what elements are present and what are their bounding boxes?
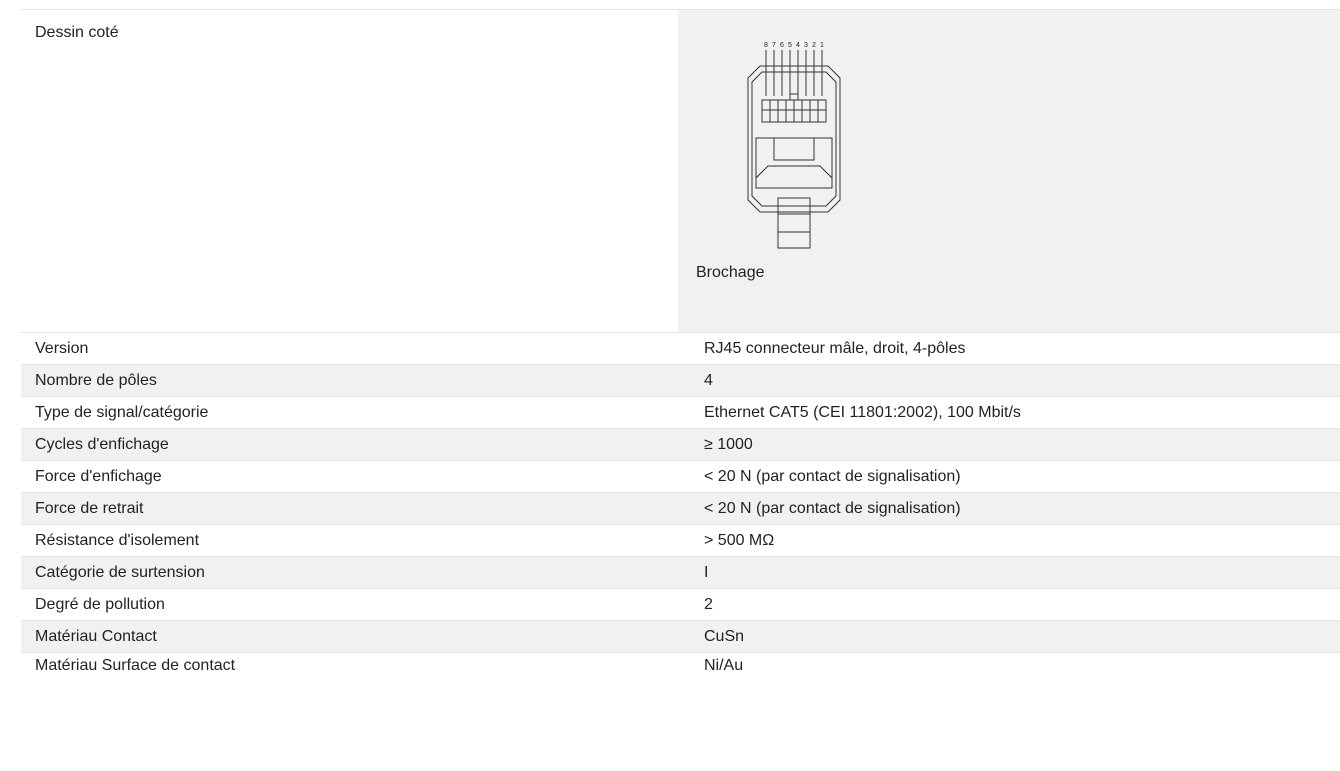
table-row: Résistance d'isolement > 500 MΩ	[21, 525, 1340, 557]
row-label: Nombre de pôles	[35, 371, 157, 389]
row-label: Résistance d'isolement	[35, 531, 200, 549]
pin-label: 4	[796, 42, 800, 49]
table-row: Force de retrait < 20 N (par contact de …	[21, 493, 1340, 525]
row-value: Ethernet CAT5 (CEI 11801:2002), 100 Mbit…	[678, 397, 1340, 428]
row-label: Type de signal/catégorie	[35, 403, 209, 421]
row-label: Version	[35, 339, 89, 357]
pin-label: 5	[788, 42, 792, 49]
row-label: Matériau Surface de contact	[35, 657, 236, 674]
row-value: < 20 N (par contact de signalisation)	[678, 493, 1340, 524]
pin-label: 7	[772, 42, 776, 49]
row-value: > 500 MΩ	[678, 525, 1340, 556]
row-value: ≥ 1000	[678, 429, 1340, 460]
row-label: Cycles d'enfichage	[35, 435, 169, 453]
row-value: RJ45 connecteur mâle, droit, 4-pôles	[678, 333, 1340, 364]
row-label: Force de retrait	[35, 499, 144, 517]
table-row: Version RJ45 connecteur mâle, droit, 4-p…	[21, 333, 1340, 365]
row-label: Matériau Contact	[35, 627, 157, 645]
row-value: 2	[678, 589, 1340, 620]
pin-label: 1	[820, 42, 824, 49]
table-row: Cycles d'enfichage ≥ 1000	[21, 429, 1340, 461]
table-row: Catégorie de surtension I	[21, 557, 1340, 589]
row-value: Ni/Au	[678, 653, 1340, 679]
table-row: Matériau Surface de contact Ni/Au	[21, 653, 1340, 679]
table-row: Nombre de pôles 4	[21, 365, 1340, 397]
row-value: I	[678, 557, 1340, 588]
table-row: Force d'enfichage < 20 N (par contact de…	[21, 461, 1340, 493]
row-value: 4	[678, 365, 1340, 396]
pin-label: 2	[812, 42, 816, 49]
row-value: < 20 N (par contact de signalisation)	[678, 461, 1340, 492]
drawing-row: Dessin coté 8 7 6 5 4 3 2 1 Brochage	[21, 10, 1340, 333]
row-label: Force d'enfichage	[35, 467, 162, 485]
table-row: Degré de pollution 2	[21, 589, 1340, 621]
spec-table: Dessin coté 8 7 6 5 4 3 2 1 Brochage Ver…	[21, 9, 1340, 679]
pin-label: 3	[804, 42, 808, 49]
drawing-caption: Brochage	[696, 264, 765, 281]
drawing-label: Dessin coté	[35, 24, 119, 41]
table-row: Type de signal/catégorie Ethernet CAT5 (…	[21, 397, 1340, 429]
row-value: CuSn	[678, 621, 1340, 652]
pin-label: 8	[764, 42, 768, 49]
row-label: Catégorie de surtension	[35, 563, 205, 581]
row-label: Degré de pollution	[35, 595, 165, 613]
pin-label: 6	[780, 42, 784, 49]
table-row: Matériau Contact CuSn	[21, 621, 1340, 653]
drawing-cell: 8 7 6 5 4 3 2 1 Brochage	[678, 10, 1340, 332]
rj45-pinout-drawing: 8 7 6 5 4 3 2 1	[747, 42, 841, 249]
